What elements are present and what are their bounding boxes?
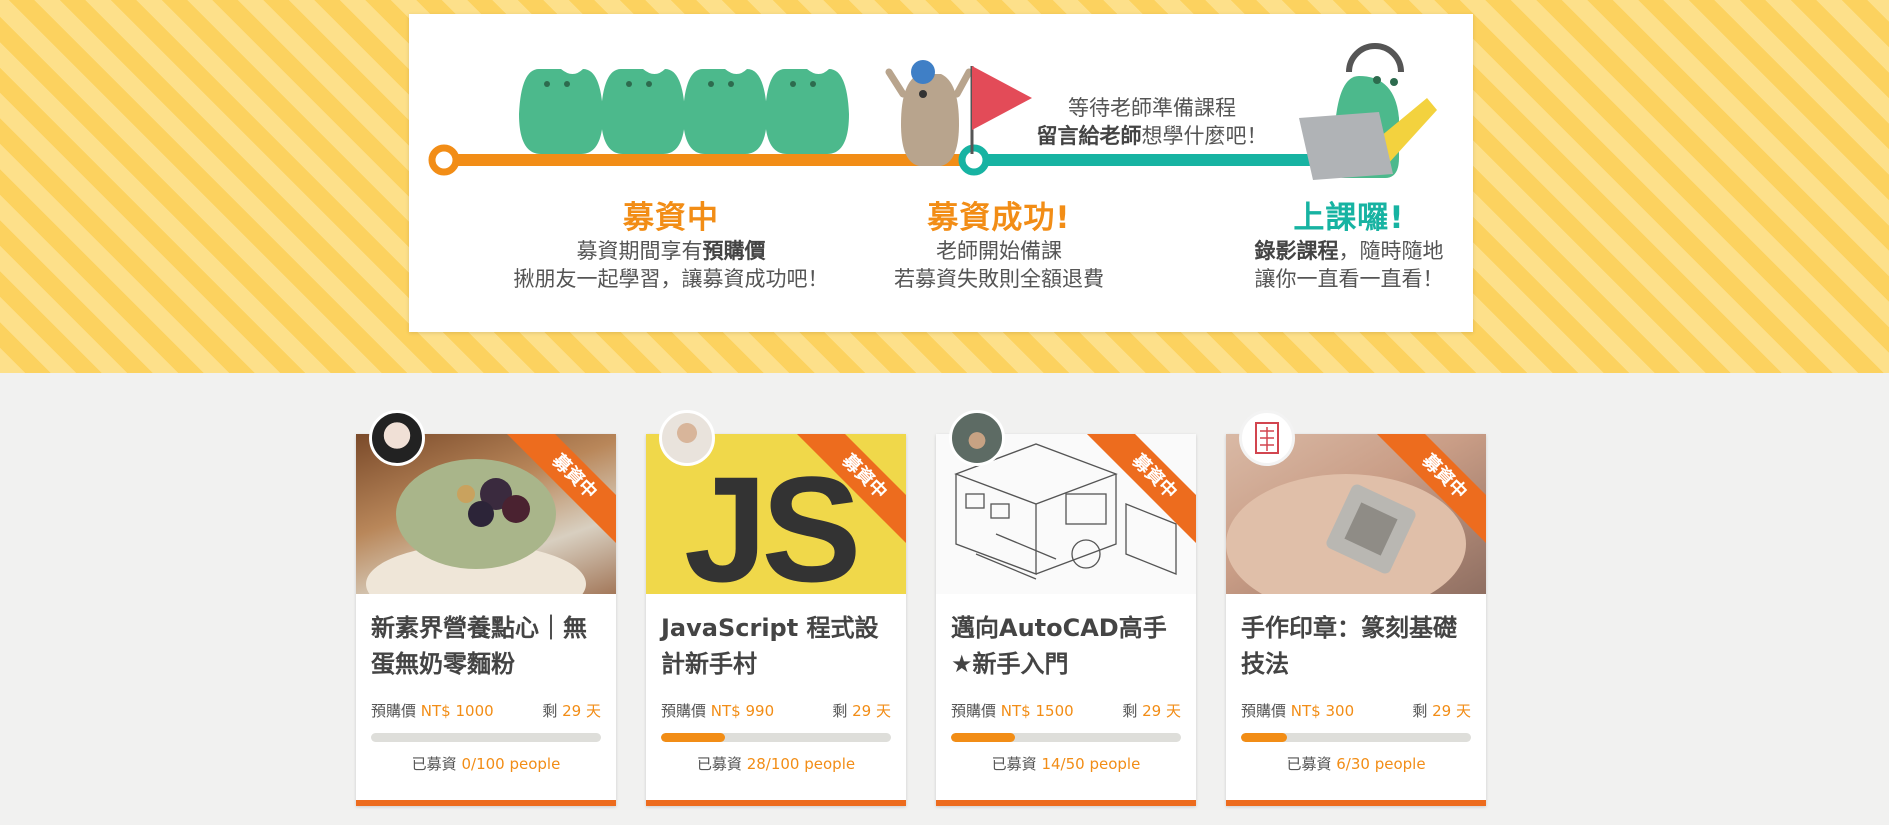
price-value: NT$ 300 (1290, 702, 1355, 720)
stage-text: 讓你一直看一直看！ (1254, 267, 1444, 291)
course-card[interactable]: 募資中 新素界營養點心｜無蛋無奶零麵粉 預購價 NT$ 1000 剩 29 天 … (356, 410, 616, 806)
progress-fill (951, 733, 1016, 742)
teacher-avatar[interactable] (1239, 410, 1295, 466)
stage-text: 揪朋友一起學習，讓募資成功吧！ (513, 267, 829, 291)
stage-text: 若募資失敗則全額退費 (894, 267, 1104, 291)
remaining-days: 29 天 (852, 702, 891, 720)
price-value: NT$ 1000 (420, 702, 494, 720)
price-label: 預購價 (371, 702, 417, 720)
remaining-label: 剩 (832, 702, 848, 720)
fundraising-ribbon: 募資中 (796, 434, 906, 544)
stage-class-start: 上課囉! 錄影課程，隨時隨地 讓你一直看一直看！ (1244, 192, 1454, 293)
stage-text: 募資期間享有 (576, 239, 703, 263)
seal-logo-icon (1255, 422, 1279, 454)
laptop-monster-icon (1299, 43, 1437, 180)
raised-label: 已募資 (991, 755, 1037, 773)
stage-text-bold: 錄影課程 (1254, 239, 1339, 263)
price-label: 預購價 (1241, 702, 1287, 720)
stage-text: 老師開始備課 (936, 239, 1062, 263)
remaining-label: 剩 (1412, 702, 1428, 720)
teacher-avatar[interactable] (659, 410, 715, 466)
raised-count: 28/100 people (746, 755, 856, 773)
price-label: 預購價 (951, 702, 997, 720)
note-line-1: 等待老師準備課程 (1068, 96, 1236, 120)
course-title[interactable]: 手作印章：篆刻基礎技法 (1241, 610, 1476, 682)
stage-text: ，隨時隨地 (1338, 239, 1444, 263)
course-card[interactable]: 募資中 手作印章：篆刻基礎技法 預購價 NT$ 300 剩 29 天 已募資 6… (1226, 410, 1486, 806)
progress-bar (1241, 733, 1471, 742)
remaining-days: 29 天 (1142, 702, 1181, 720)
progress-bar (661, 733, 891, 742)
progress-bar (951, 733, 1181, 742)
remaining-days: 29 天 (562, 702, 601, 720)
raised-count: 0/100 people (461, 755, 561, 773)
raised-count: 6/30 people (1336, 755, 1426, 773)
remaining-label: 剩 (1122, 702, 1138, 720)
progress-fill (661, 733, 726, 742)
fundraising-ribbon: 募資中 (1086, 434, 1196, 544)
process-panel: 等待老師準備課程 留言給老師想學什麼吧！ 募資中 募資期間享有預購價 揪朋友一起… (409, 14, 1473, 332)
progress-bar (371, 733, 601, 742)
raised-label: 已募資 (696, 755, 742, 773)
raised-label: 已募資 (1286, 755, 1332, 773)
price-value: NT$ 990 (710, 702, 775, 720)
course-title[interactable]: 新素界營養點心｜無蛋無奶零麵粉 (371, 610, 606, 682)
stage-text-bold: 預購價 (702, 239, 766, 263)
fundraising-ribbon: 募資中 (506, 434, 616, 544)
cheering-monster-icon (885, 60, 973, 166)
raised-label: 已募資 (411, 755, 457, 773)
hero-banner: 等待老師準備課程 留言給老師想學什麼吧！ 募資中 募資期間享有預購價 揪朋友一起… (0, 0, 1889, 373)
waiting-note: 等待老師準備課程 留言給老師想學什麼吧！ (1017, 94, 1287, 150)
course-card[interactable]: JS 募資中 JavaScript 程式設計新手村 預購價 NT$ 990 剩 … (646, 410, 906, 806)
stage-success: 募資成功! 老師開始備課 若募資失敗則全額退費 (849, 192, 1149, 293)
course-title[interactable]: 邁向AutoCAD高手★新手入門 (951, 610, 1186, 682)
course-title[interactable]: JavaScript 程式設計新手村 (661, 610, 896, 682)
progress-fill (1241, 733, 1287, 742)
price-label: 預購價 (661, 702, 707, 720)
raised-count: 14/50 people (1041, 755, 1141, 773)
note-line-2: 想學什麼吧！ (1141, 124, 1268, 148)
teacher-avatar[interactable] (369, 410, 425, 466)
note-line-2-bold: 留言給老師 (1036, 124, 1142, 148)
price-value: NT$ 1500 (1000, 702, 1074, 720)
remaining-label: 剩 (542, 702, 558, 720)
stage-title: 募資中 (623, 200, 719, 236)
course-card[interactable]: 募資中 邁向AutoCAD高手★新手入門 預購價 NT$ 1500 剩 29 天… (936, 410, 1196, 806)
remaining-days: 29 天 (1432, 702, 1471, 720)
stage-title: 募資成功! (927, 200, 1071, 236)
teacher-avatar[interactable] (949, 410, 1005, 466)
fundraising-ribbon: 募資中 (1376, 434, 1486, 544)
stage-fundraising: 募資中 募資期間享有預購價 揪朋友一起學習，讓募資成功吧！ (491, 192, 851, 293)
stage-title: 上課囉! (1293, 200, 1405, 236)
